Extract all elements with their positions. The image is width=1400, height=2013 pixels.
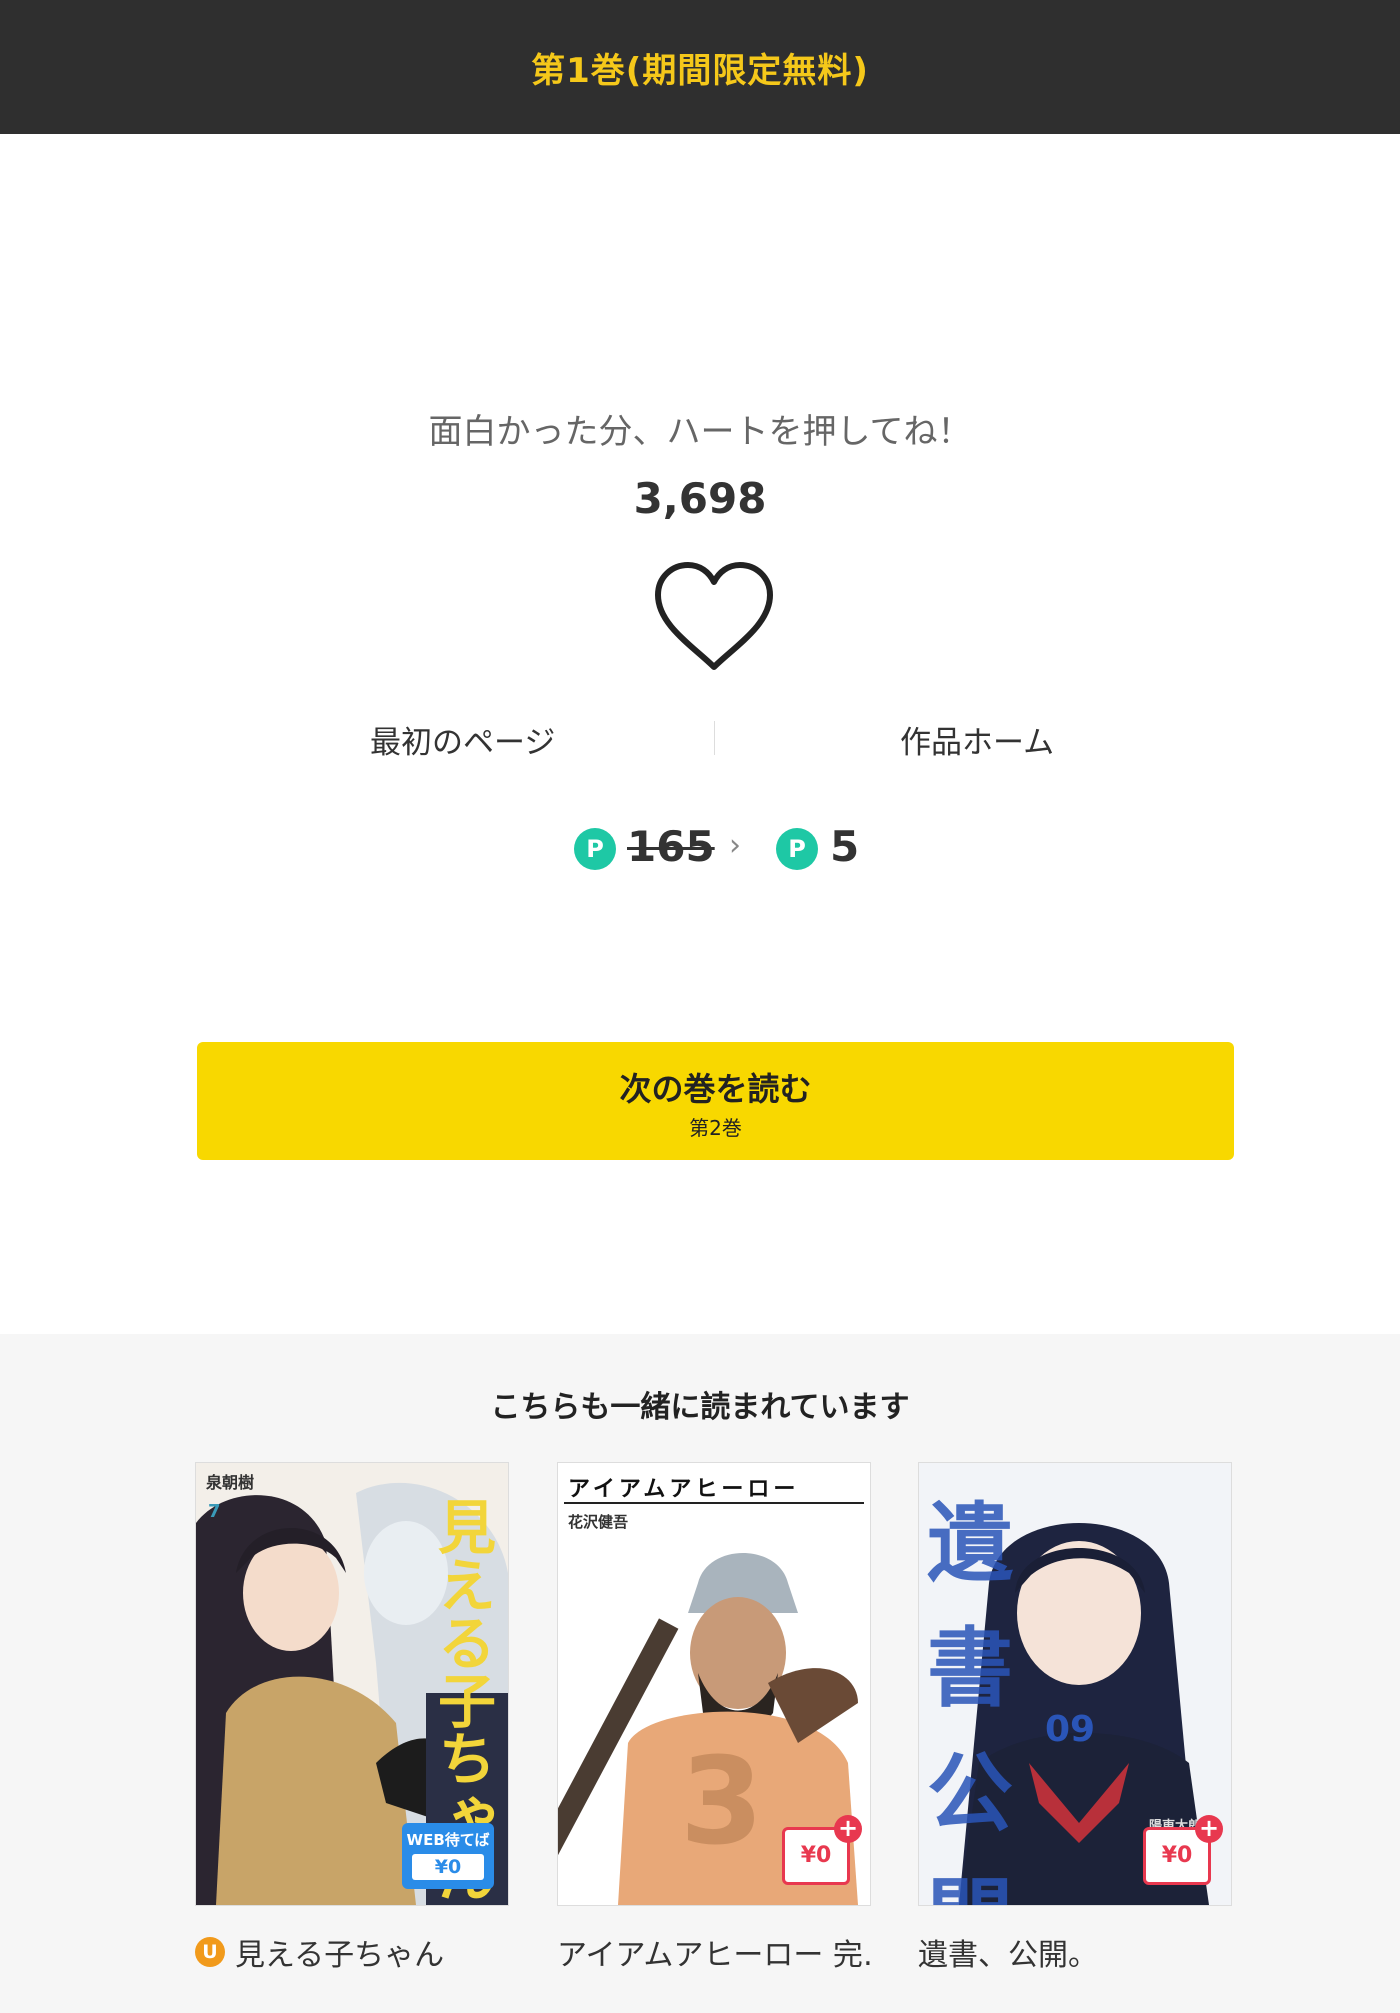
- recommendations-section: こちらも一緒に読まれています 泉朝樹 7 見える子ちゃん WEB待てば ¥0 U…: [0, 1334, 1400, 2013]
- book-cover[interactable]: 花沢健吾 アイアムアヒーロー 3 ¥0 +: [557, 1462, 871, 1906]
- read-next-volume-button[interactable]: 次の巻を読む 第2巻: [197, 1042, 1234, 1160]
- book-cover[interactable]: 遺書公開 09 陽東太郎 ¥0 +: [918, 1462, 1232, 1906]
- first-page-link[interactable]: 最初のページ: [370, 717, 555, 762]
- heart-outline-icon[interactable]: [650, 559, 778, 675]
- header-bar: 第1巻(期間限定無料): [0, 0, 1400, 134]
- card-caption[interactable]: アイアムアヒーロー 完…: [557, 1932, 871, 1972]
- plus-icon: +: [834, 1815, 862, 1843]
- next-button-label: 次の巻を読む: [619, 1070, 812, 1108]
- point-icon: P: [574, 828, 616, 870]
- card-caption[interactable]: U 見える子ちゃん: [195, 1932, 509, 1972]
- links-divider: [714, 721, 715, 755]
- plus-icon: +: [1195, 1815, 1223, 1843]
- cover-volume: 09: [1045, 1709, 1096, 1750]
- point-icon: P: [776, 828, 818, 870]
- navigation-links: 最初のページ 作品ホーム: [0, 717, 1400, 761]
- recommendations-title: こちらも一緒に読まれています: [490, 1390, 910, 1425]
- discounted-price: 5: [830, 822, 860, 871]
- free-wait-badge: WEB待てば ¥0: [402, 1823, 494, 1889]
- price-row: P 165 › P 5: [0, 820, 1400, 876]
- book-cover[interactable]: 泉朝樹 7 見える子ちゃん WEB待てば ¥0: [195, 1462, 509, 1906]
- cover-author: 花沢健吾: [568, 1513, 629, 1531]
- cover-author: 泉朝樹: [206, 1473, 255, 1492]
- card-title: 遺書、公開。: [918, 1938, 1098, 1972]
- recommendation-card[interactable]: 遺書公開 09 陽東太郎 ¥0 + 遺書、公開。: [918, 1462, 1232, 1972]
- badge-label: WEB待てば: [406, 1831, 490, 1849]
- u-badge-icon: U: [195, 1937, 225, 1967]
- card-title: アイアムアヒーロー 完…: [557, 1938, 871, 1972]
- work-home-link[interactable]: 作品ホーム: [900, 717, 1054, 762]
- recommendation-card[interactable]: 泉朝樹 7 見える子ちゃん WEB待てば ¥0 U 見える子ちゃん: [195, 1462, 509, 1972]
- next-button-sublabel: 第2巻: [689, 1116, 742, 1140]
- like-prompt: 面白かった分、ハートを押してね！: [428, 412, 972, 452]
- chevron-right-icon: ›: [729, 828, 741, 863]
- badge-price: ¥0: [412, 1854, 484, 1880]
- volume-title: 第1巻(期間限定無料): [531, 50, 869, 91]
- original-price: 165: [627, 822, 715, 871]
- cover-volume: 7: [208, 1501, 221, 1522]
- end-of-volume-panel: 面白かった分、ハートを押してね！ 3,698 最初のページ 作品ホーム P 16…: [0, 134, 1400, 1334]
- card-caption[interactable]: 遺書、公開。: [918, 1932, 1232, 1972]
- cover-volume: 3: [680, 1733, 764, 1872]
- cover-title: アイアムアヒーロー: [568, 1477, 800, 1502]
- like-count: 3,698: [633, 474, 767, 523]
- card-title: 見える子ちゃん: [235, 1938, 445, 1972]
- recommendation-card[interactable]: 花沢健吾 アイアムアヒーロー 3 ¥0 + アイアムアヒーロー 完…: [557, 1462, 871, 1972]
